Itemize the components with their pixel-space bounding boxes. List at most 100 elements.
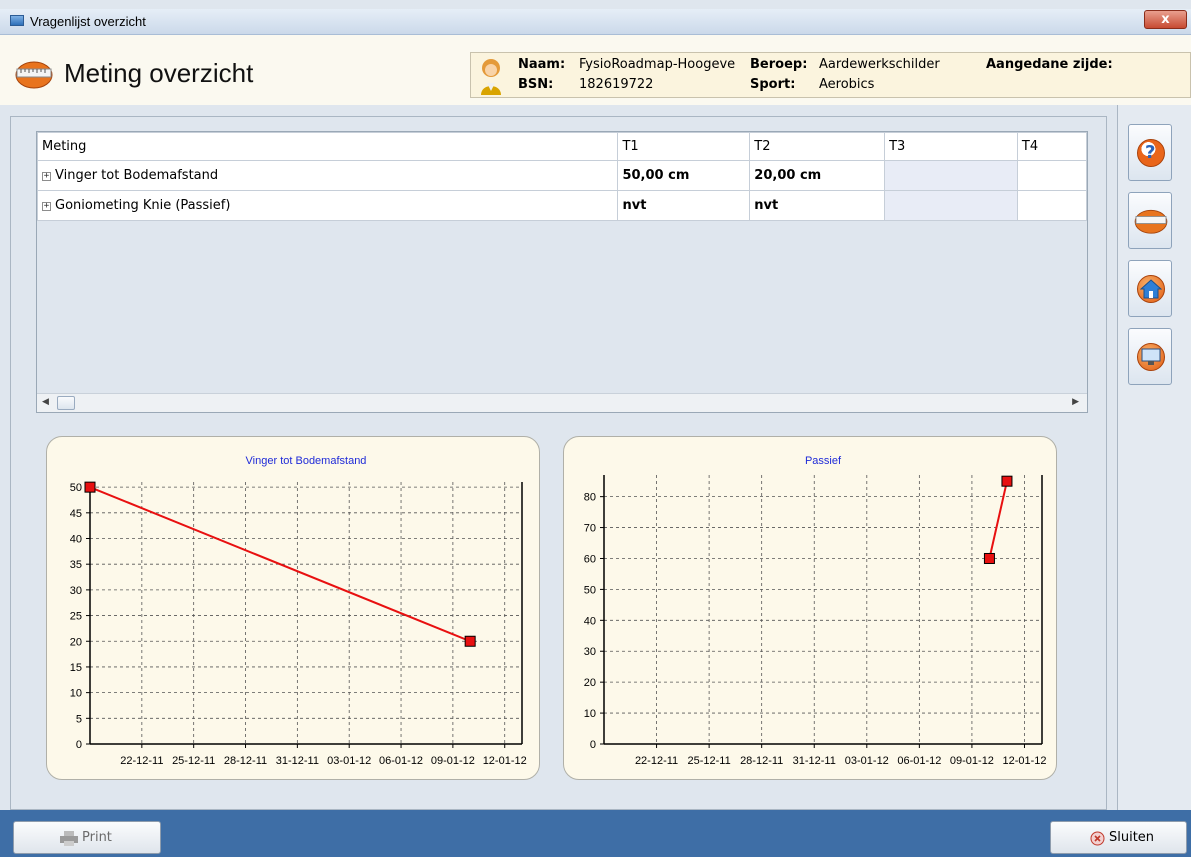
column-header-t4[interactable]: T4 bbox=[1016, 132, 1087, 161]
close-circle-icon bbox=[1090, 831, 1105, 846]
x-tick-label: 09-01-12 bbox=[431, 755, 475, 767]
bottom-bar bbox=[0, 810, 1191, 857]
scroll-left-icon[interactable]: ◀ bbox=[42, 396, 49, 407]
y-tick-label: 70 bbox=[584, 523, 596, 535]
window-title: Vragenlijst overzicht bbox=[30, 14, 146, 29]
x-tick-label: 09-01-12 bbox=[950, 755, 994, 767]
plot-area bbox=[90, 482, 522, 744]
table-row[interactable]: + Goniometing Knie (Passief) nvt nvt bbox=[37, 190, 1087, 221]
column-header-t2[interactable]: T2 bbox=[749, 132, 886, 161]
cell-t4[interactable] bbox=[1016, 160, 1087, 191]
cell-t3[interactable] bbox=[884, 190, 1018, 221]
chart-title: Vinger tot Bodemafstand bbox=[246, 455, 367, 467]
y-tick-label: 50 bbox=[584, 584, 596, 596]
x-tick-label: 22-12-11 bbox=[635, 755, 678, 767]
home-icon bbox=[1140, 279, 1162, 299]
x-tick-label: 25-12-11 bbox=[688, 755, 731, 767]
y-tick-label: 80 bbox=[584, 492, 596, 504]
x-tick-label: 25-12-11 bbox=[172, 755, 215, 767]
print-button[interactable]: Print bbox=[13, 821, 161, 854]
chart-card-vinger: Vinger tot Bodemafstand 0 5 10 15 20 25 30 35 40 4… bbox=[46, 436, 540, 780]
grid-header-row: Meting T1 T2 T3 T4 bbox=[37, 132, 1087, 161]
cell-t4[interactable] bbox=[1016, 190, 1087, 221]
y-tick-label: 30 bbox=[70, 585, 82, 597]
x-tick-label: 31-12-11 bbox=[276, 755, 319, 767]
y-tick-label: 45 bbox=[70, 508, 82, 520]
plot-area bbox=[604, 475, 1042, 744]
y-tick-label: 25 bbox=[70, 611, 82, 623]
x-tick-label: 12-01-12 bbox=[483, 755, 527, 767]
row-label-cell[interactable]: + Goniometing Knie (Passief) bbox=[37, 190, 619, 221]
measure-icon bbox=[1134, 209, 1168, 234]
y-tick-label: 40 bbox=[584, 615, 596, 627]
cell-t3[interactable] bbox=[884, 160, 1018, 191]
data-point bbox=[983, 552, 995, 564]
window-close-button[interactable]: x bbox=[1144, 10, 1187, 29]
beroep-label: Beroep: bbox=[750, 57, 808, 72]
sluiten-label: Sluiten bbox=[1109, 830, 1155, 845]
naam-value: FysioRoadmap-Hoogeve bbox=[579, 57, 736, 72]
x-tick-label: 06-01-12 bbox=[379, 755, 423, 767]
sport-label: Sport: bbox=[750, 77, 796, 92]
y-tick-label: 5 bbox=[76, 713, 82, 725]
y-tick-label: 40 bbox=[70, 534, 82, 546]
measure-button[interactable] bbox=[1128, 192, 1172, 249]
beroep-value: Aardewerkschilder bbox=[819, 57, 940, 72]
y-tick-label: 20 bbox=[584, 677, 596, 689]
printer-icon bbox=[60, 831, 78, 846]
row-label-cell[interactable]: + Vinger tot Bodemafstand bbox=[37, 160, 619, 191]
app-icon bbox=[10, 15, 24, 26]
patient-avatar-icon bbox=[481, 59, 501, 95]
window-titlebar: Vragenlijst overzicht x bbox=[0, 9, 1191, 35]
help-button[interactable]: ? bbox=[1128, 124, 1172, 181]
expand-icon[interactable]: + bbox=[42, 202, 51, 211]
naam-label: Naam: bbox=[518, 57, 566, 72]
chart-card-passief: Passief 0 10 20 30 40 50 60 70 80 22-12-11 25-12-11… bbox=[563, 436, 1057, 780]
expand-icon[interactable]: + bbox=[42, 172, 51, 181]
y-tick-label: 20 bbox=[70, 636, 82, 648]
x-tick-label: 28-12-11 bbox=[224, 755, 267, 767]
x-tick-label: 03-01-12 bbox=[845, 755, 889, 767]
cell-t1[interactable]: 50,00 cm bbox=[617, 160, 751, 191]
column-header-t1[interactable]: T1 bbox=[617, 132, 751, 161]
sport-value: Aerobics bbox=[819, 77, 875, 92]
cell-t2[interactable]: 20,00 cm bbox=[749, 160, 886, 191]
data-point bbox=[464, 635, 476, 647]
data-point bbox=[1001, 475, 1013, 487]
y-tick-label: 50 bbox=[70, 482, 82, 494]
x-tick-label: 03-01-12 bbox=[327, 755, 371, 767]
measurements-grid: Meting T1 T2 T3 T4 + Vinger tot Bodemafst… bbox=[36, 131, 1088, 413]
y-tick-label: 0 bbox=[76, 739, 82, 751]
measure-tape-icon bbox=[15, 61, 53, 89]
x-tick-label: 22-12-11 bbox=[120, 755, 163, 767]
column-header-meting[interactable]: Meting bbox=[37, 132, 619, 161]
chart-vinger-tot-bodemafstand: Vinger tot Bodemafstand 0 5 10 15 20 25 30 35 40 4… bbox=[70, 455, 527, 767]
column-header-t3[interactable]: T3 bbox=[884, 132, 1018, 161]
home-button[interactable] bbox=[1128, 260, 1172, 317]
horizontal-scrollbar[interactable]: ◀ ▶ bbox=[37, 393, 1087, 412]
y-tick-label: 0 bbox=[590, 739, 596, 751]
cell-t2[interactable]: nvt bbox=[749, 190, 886, 221]
bsn-label: BSN: bbox=[518, 77, 554, 92]
y-tick-label: 10 bbox=[70, 688, 82, 700]
x-tick-label: 31-12-11 bbox=[793, 755, 836, 767]
x-tick-label: 12-01-12 bbox=[1002, 755, 1046, 767]
patient-info-panel: Naam: FysioRoadmap-Hoogeve BSN: 18261972… bbox=[470, 52, 1191, 98]
chart-passief: Passief 0 10 20 30 40 50 60 70 80 22-12-11 25-12-11… bbox=[584, 455, 1047, 767]
aangedane-zijde-label: Aangedane zijde: bbox=[986, 57, 1113, 72]
cell-t1[interactable]: nvt bbox=[617, 190, 751, 221]
scrollbar-thumb[interactable] bbox=[57, 396, 75, 410]
page-title: Meting overzicht bbox=[64, 58, 254, 88]
row-label: Vinger tot Bodemafstand bbox=[55, 168, 219, 183]
chart-title: Passief bbox=[805, 455, 842, 467]
sluiten-button[interactable]: Sluiten bbox=[1050, 821, 1187, 854]
y-tick-label: 35 bbox=[70, 559, 82, 571]
data-point bbox=[84, 481, 96, 493]
table-row[interactable]: + Vinger tot Bodemafstand 50,00 cm 20,00 … bbox=[37, 160, 1087, 191]
monitor-icon bbox=[1141, 348, 1161, 365]
y-tick-label: 15 bbox=[70, 662, 82, 674]
monitor-button[interactable] bbox=[1128, 328, 1172, 385]
bsn-value: 182619722 bbox=[579, 77, 654, 92]
scroll-right-icon[interactable]: ▶ bbox=[1072, 396, 1079, 407]
y-tick-label: 30 bbox=[584, 646, 596, 658]
